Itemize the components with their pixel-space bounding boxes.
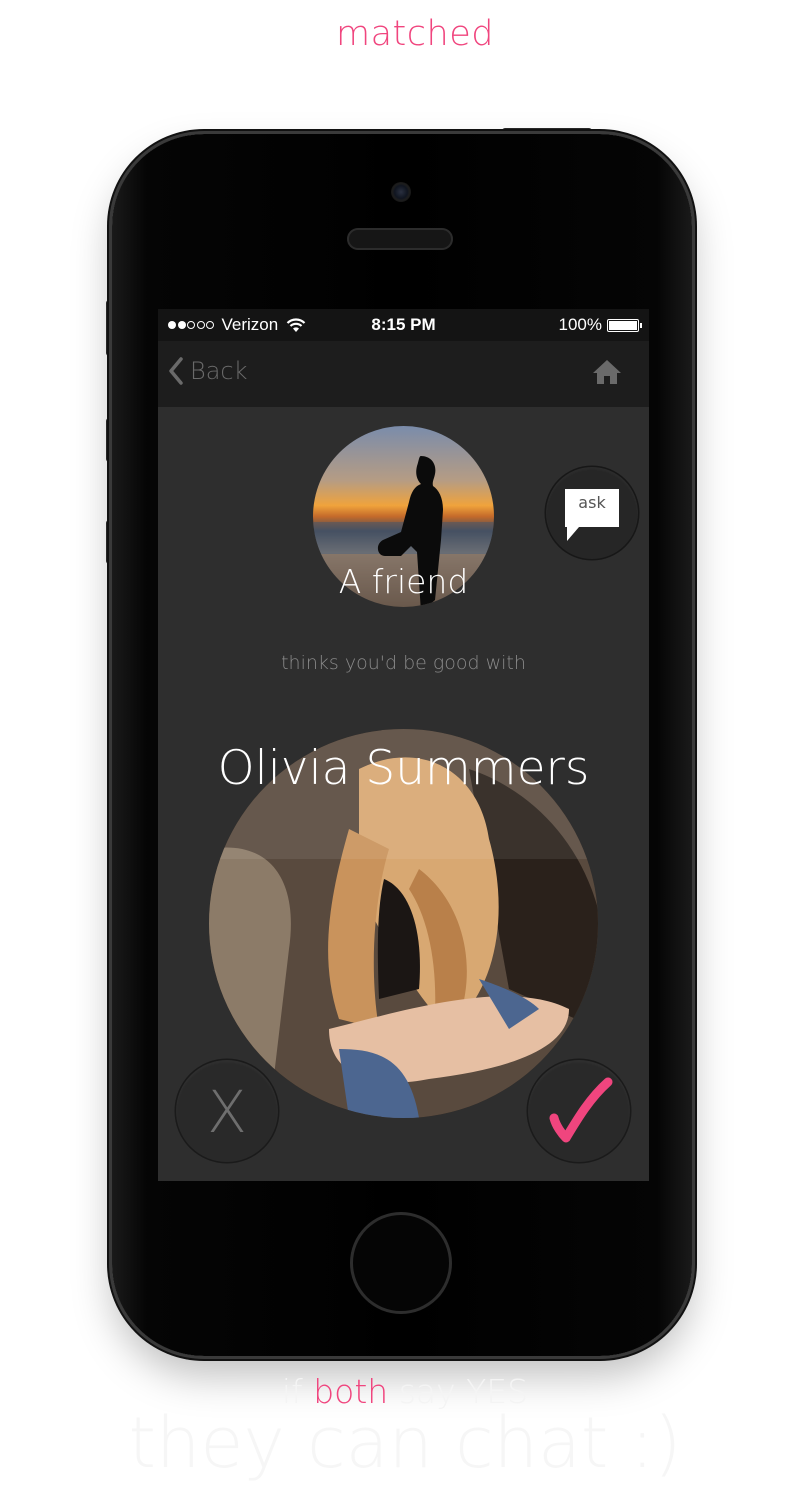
- battery-group: 100%: [558, 315, 642, 335]
- footer-subcaption: they can chat :): [128, 1402, 682, 1484]
- back-button[interactable]: Back: [168, 357, 248, 385]
- accept-button[interactable]: [528, 1060, 630, 1162]
- friend-label: A friend: [338, 562, 469, 601]
- earpiece-speaker: [347, 228, 453, 250]
- chevron-left-icon: [169, 357, 183, 385]
- reject-button[interactable]: X: [176, 1060, 278, 1162]
- battery-icon: [607, 318, 642, 332]
- match-subtitle: thinks you'd be good with: [281, 652, 526, 674]
- app-screen: Verizon 8:15 PM 100% Back A friend ask t…: [158, 309, 649, 1181]
- checkmark-icon: [549, 1077, 613, 1143]
- ask-button[interactable]: ask: [546, 467, 638, 559]
- page-title: matched: [336, 14, 494, 54]
- home-icon[interactable]: [591, 358, 623, 386]
- ask-label: ask: [578, 493, 606, 512]
- home-button[interactable]: [350, 1212, 452, 1314]
- match-name: Olivia Summers: [217, 741, 590, 796]
- battery-percent: 100%: [558, 315, 602, 334]
- reject-label: X: [207, 1078, 247, 1146]
- back-label: Back: [190, 357, 248, 385]
- navigation-bar: Back: [158, 341, 649, 407]
- status-bar: Verizon 8:15 PM 100%: [158, 309, 649, 341]
- front-camera: [391, 182, 411, 202]
- x-icon: X: [207, 1078, 247, 1146]
